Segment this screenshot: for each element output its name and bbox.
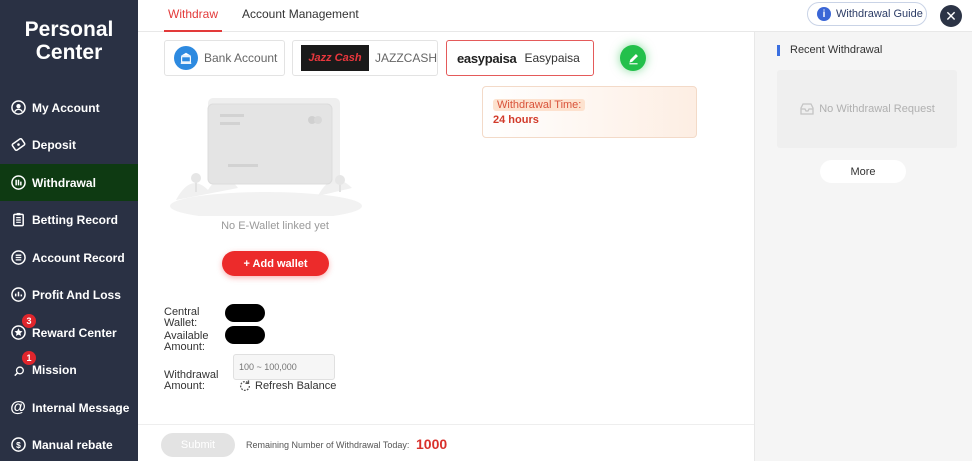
gift-icon	[10, 325, 26, 341]
sidebar-item-label: My Account	[32, 100, 100, 115]
method-jazzcash[interactable]: Jazz Cash JAZZCASH	[292, 40, 438, 76]
sidebar-item-label: Betting Record	[32, 212, 119, 227]
sidebar-item-reward-center[interactable]: Reward Center 3	[0, 314, 138, 351]
sidebar-item-label: Account Record	[32, 250, 125, 265]
at-icon: @	[10, 398, 26, 416]
edit-button[interactable]	[620, 45, 646, 71]
empty-wallet-illustration	[168, 96, 364, 220]
list-icon	[10, 250, 26, 266]
sidebar-item-manual-rebate[interactable]: $ Manual rebate	[0, 426, 138, 461]
rebate-icon: $	[10, 437, 26, 453]
method-label: JAZZCASH	[374, 51, 437, 65]
withdrawal-amount-input[interactable]	[233, 354, 335, 380]
sidebar-item-label: Mission	[32, 362, 77, 377]
remaining-withdrawals-label: Remaining Number of Withdrawal Today:	[246, 440, 410, 450]
profit-icon	[10, 287, 26, 303]
sidebar-item-profit-and-loss[interactable]: Profit And Loss	[0, 276, 138, 313]
tab-account-management[interactable]: Account Management	[242, 0, 359, 32]
available-amount-value	[225, 326, 265, 344]
no-withdrawal-request: No Withdrawal Request	[777, 70, 957, 148]
central-wallet-label: Central Wallet:	[164, 307, 212, 329]
no-withdrawal-text: No Withdrawal Request	[819, 103, 935, 115]
method-easypaisa[interactable]: easypaisa Easypaisa	[446, 40, 594, 76]
easypaisa-logo: easypaisa	[457, 50, 517, 66]
sidebar-title: Personal Center	[0, 18, 138, 64]
withdrawal-time-label: Withdrawal Time:	[493, 99, 586, 111]
sidebar-item-withdrawal[interactable]: Withdrawal	[0, 164, 138, 201]
empty-wallet-text: No E-Wallet linked yet	[221, 220, 329, 232]
pencil-icon	[628, 53, 638, 64]
sidebar: Personal Center My Account Deposit Withd…	[0, 0, 138, 461]
inbox-icon	[800, 103, 814, 115]
sidebar-title-line1: Personal	[24, 18, 114, 41]
close-button[interactable]: ✕	[940, 5, 962, 27]
recent-withdrawal-title: Recent Withdrawal	[777, 45, 882, 56]
withdrawal-amount-label-text: Withdrawal Amount:	[164, 369, 219, 392]
withdrawal-time-card: Withdrawal Time: 24 hours	[482, 86, 697, 138]
sidebar-item-betting-record[interactable]: Betting Record	[0, 201, 138, 238]
notification-badge: 3	[22, 314, 36, 328]
sidebar-title-line2: Center	[35, 41, 103, 64]
close-icon: ✕	[945, 7, 957, 24]
deposit-icon	[10, 137, 26, 153]
remaining-withdrawals-value: 1000	[416, 436, 448, 452]
method-label: Easypaisa	[524, 51, 580, 65]
refresh-balance-button[interactable]: Refresh Balance	[238, 379, 336, 393]
withdrawal-guide-button[interactable]: i Withdrawal Guide	[807, 2, 927, 26]
central-wallet-label-text: Central Wallet:	[164, 306, 200, 329]
withdrawal-guide-label: Withdrawal Guide	[836, 8, 923, 20]
search-icon	[10, 362, 26, 378]
person-icon	[10, 100, 26, 116]
available-amount-label: Available Amount:	[164, 331, 212, 353]
submit-button[interactable]: Submit	[161, 433, 235, 457]
svg-text:$: $	[16, 440, 21, 450]
method-bank-account[interactable]: Bank Account	[164, 40, 285, 76]
sidebar-item-label: Internal Message	[32, 400, 130, 415]
sidebar-item-mission[interactable]: Mission 1	[0, 351, 138, 388]
refresh-icon	[239, 380, 251, 391]
sidebar-item-label: Deposit	[32, 137, 77, 152]
sidebar-item-account-record[interactable]: Account Record	[0, 239, 138, 276]
more-button[interactable]: More	[820, 160, 906, 183]
sidebar-item-label: Manual rebate	[32, 437, 113, 452]
withdrawal-icon	[10, 175, 26, 191]
jazzcash-logo: Jazz Cash	[301, 45, 369, 71]
central-wallet-value	[225, 304, 265, 322]
sidebar-item-deposit[interactable]: Deposit	[0, 126, 138, 163]
sidebar-item-my-account[interactable]: My Account	[0, 89, 138, 126]
divider	[138, 424, 754, 425]
bank-icon	[174, 46, 198, 70]
sidebar-item-label: Withdrawal	[32, 175, 96, 190]
method-label: Bank Account	[204, 51, 278, 65]
recent-withdrawal-panel: Recent Withdrawal No Withdrawal Request …	[754, 32, 972, 461]
withdrawal-time-value: 24 hours	[493, 114, 539, 126]
available-amount-label-text: Available Amount:	[164, 330, 209, 353]
sidebar-item-label: Profit And Loss	[32, 287, 121, 302]
add-wallet-button[interactable]: + Add wallet	[222, 251, 329, 276]
clipboard-icon	[10, 212, 26, 228]
notification-badge: 1	[22, 351, 36, 365]
tab-withdraw[interactable]: Withdraw	[164, 0, 223, 32]
sidebar-item-label: Reward Center	[32, 325, 117, 340]
withdrawal-amount-label: Withdrawal Amount:	[164, 370, 220, 392]
sidebar-item-internal-message[interactable]: @ Internal Message	[0, 389, 138, 426]
refresh-balance-label: Refresh Balance	[255, 380, 337, 392]
info-icon: i	[817, 7, 831, 21]
